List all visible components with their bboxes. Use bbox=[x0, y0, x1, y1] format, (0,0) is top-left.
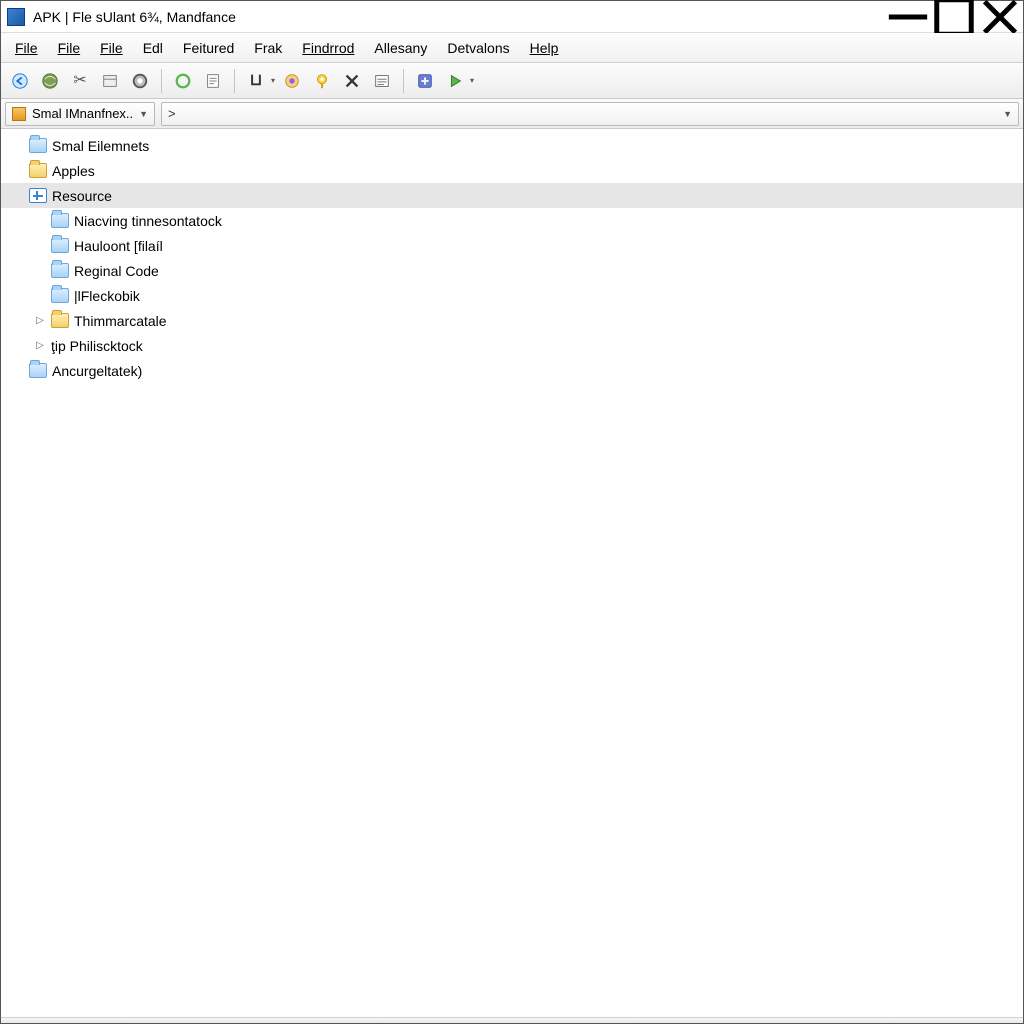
x-dark-icon[interactable] bbox=[339, 68, 365, 94]
tree-item-label: |lFleckobik bbox=[74, 288, 140, 304]
chevron-down-icon: ▼ bbox=[1003, 109, 1012, 119]
toolbar-separator bbox=[403, 69, 404, 93]
nav-back-icon[interactable] bbox=[7, 68, 33, 94]
tree-item-label: Smal Eilemnets bbox=[52, 138, 149, 154]
list-icon[interactable] bbox=[369, 68, 395, 94]
folder-yellow-icon bbox=[51, 313, 69, 328]
tree-row[interactable]: |lFleckobik bbox=[1, 283, 1023, 308]
tree-row[interactable]: ▷ Thimmarcatale bbox=[1, 308, 1023, 333]
toolbar-separator bbox=[161, 69, 162, 93]
folder-blue-icon bbox=[51, 238, 69, 253]
project-selector-label: Smal IMnanfnex.. bbox=[32, 106, 133, 121]
folder-yellow-icon bbox=[29, 163, 47, 178]
pin-yellow-icon[interactable] bbox=[309, 68, 335, 94]
toolbar-separator bbox=[234, 69, 235, 93]
ring-green-icon[interactable] bbox=[170, 68, 196, 94]
menu-findrrod[interactable]: Findrrod bbox=[292, 36, 364, 60]
tree-item-label: Ancurgeltatek) bbox=[52, 363, 142, 379]
tree-row[interactable]: Reginal Code bbox=[1, 258, 1023, 283]
status-bar bbox=[1, 1017, 1023, 1023]
tree-item-label: Thimmarcatale bbox=[74, 313, 167, 329]
menu-edit[interactable]: Edl bbox=[133, 36, 173, 60]
maximize-button[interactable] bbox=[931, 1, 977, 33]
menu-allesany[interactable]: Allesany bbox=[364, 36, 437, 60]
tree-item-label: ţip Philiscktock bbox=[51, 338, 143, 354]
play-icon[interactable] bbox=[442, 68, 468, 94]
window-title: APK | Fle sUlant 6¾, Mandfance bbox=[33, 9, 236, 25]
globe-icon[interactable] bbox=[37, 68, 63, 94]
tree-item-label: Reginal Code bbox=[74, 263, 159, 279]
dropdown-arrow-icon[interactable]: ▾ bbox=[470, 76, 474, 85]
tree-row[interactable]: Apples bbox=[1, 158, 1023, 183]
tree-item-label: Apples bbox=[52, 163, 95, 179]
dropdown-arrow-icon[interactable]: ▾ bbox=[271, 76, 275, 85]
folder-blue-icon bbox=[51, 288, 69, 303]
tree-row[interactable]: Ancurgeltatek) bbox=[1, 358, 1023, 383]
menubar: File File File Edl Feitured Frak Findrro… bbox=[1, 33, 1023, 63]
expander-icon[interactable]: ▷ bbox=[34, 340, 46, 351]
folder-blue-icon bbox=[51, 263, 69, 278]
tree-view[interactable]: Smal Eilemnets Apples Resource Niacving tin… bbox=[1, 129, 1023, 1017]
tree-row[interactable]: Smal Eilemnets bbox=[1, 133, 1023, 158]
folder-blue-icon bbox=[29, 363, 47, 378]
tree-row[interactable]: Resource bbox=[1, 183, 1023, 208]
close-button[interactable] bbox=[977, 1, 1023, 33]
tree-row[interactable]: ▷ ţip Philiscktock bbox=[1, 333, 1023, 358]
u-tool-icon[interactable]: ⊔ bbox=[243, 68, 269, 94]
scissors-icon[interactable]: ✂ bbox=[67, 68, 93, 94]
plus-box-icon[interactable] bbox=[412, 68, 438, 94]
minimize-button[interactable] bbox=[885, 1, 931, 33]
icon-plusbox-icon bbox=[29, 188, 47, 203]
app-icon bbox=[7, 8, 25, 26]
tree-item-label: Niacving tinnesontatock bbox=[74, 213, 222, 229]
chevron-down-icon: ▼ bbox=[139, 109, 148, 119]
tree-row[interactable]: Niacving tinnesontatock bbox=[1, 208, 1023, 233]
folder-blue-icon bbox=[51, 213, 69, 228]
folder-blue-icon bbox=[29, 138, 47, 153]
gear-color-icon[interactable] bbox=[279, 68, 305, 94]
menu-file-2[interactable]: File bbox=[48, 36, 91, 60]
tree-item-label: Resource bbox=[52, 188, 112, 204]
menu-frak[interactable]: Frak bbox=[244, 36, 292, 60]
menu-featured[interactable]: Feitured bbox=[173, 36, 244, 60]
ring-dark-icon[interactable] bbox=[127, 68, 153, 94]
expander-icon[interactable]: ▷ bbox=[34, 315, 46, 326]
titlebar: APK | Fle sUlant 6¾, Mandfance bbox=[1, 1, 1023, 33]
menu-help[interactable]: Help bbox=[520, 36, 569, 60]
content-area: Smal Eilemnets Apples Resource Niacving tin… bbox=[1, 129, 1023, 1017]
tree-item-label: Hauloont [filaíl bbox=[74, 238, 163, 254]
panel-icon[interactable] bbox=[97, 68, 123, 94]
menu-file-3[interactable]: File bbox=[90, 36, 133, 60]
toolbar: ✂ ⊔ ▾ ▾ bbox=[1, 63, 1023, 99]
note-icon[interactable] bbox=[200, 68, 226, 94]
breadcrumb-bar: Smal IMnanfnex.. ▼ > ▼ bbox=[1, 99, 1023, 129]
project-icon bbox=[12, 107, 26, 121]
path-combo[interactable]: > ▼ bbox=[161, 102, 1019, 126]
project-selector[interactable]: Smal IMnanfnex.. ▼ bbox=[5, 102, 155, 126]
path-text: > bbox=[168, 106, 176, 121]
menu-file-1[interactable]: File bbox=[5, 36, 48, 60]
menu-detvalons[interactable]: Detvalons bbox=[437, 36, 519, 60]
tree-row[interactable]: Hauloont [filaíl bbox=[1, 233, 1023, 258]
